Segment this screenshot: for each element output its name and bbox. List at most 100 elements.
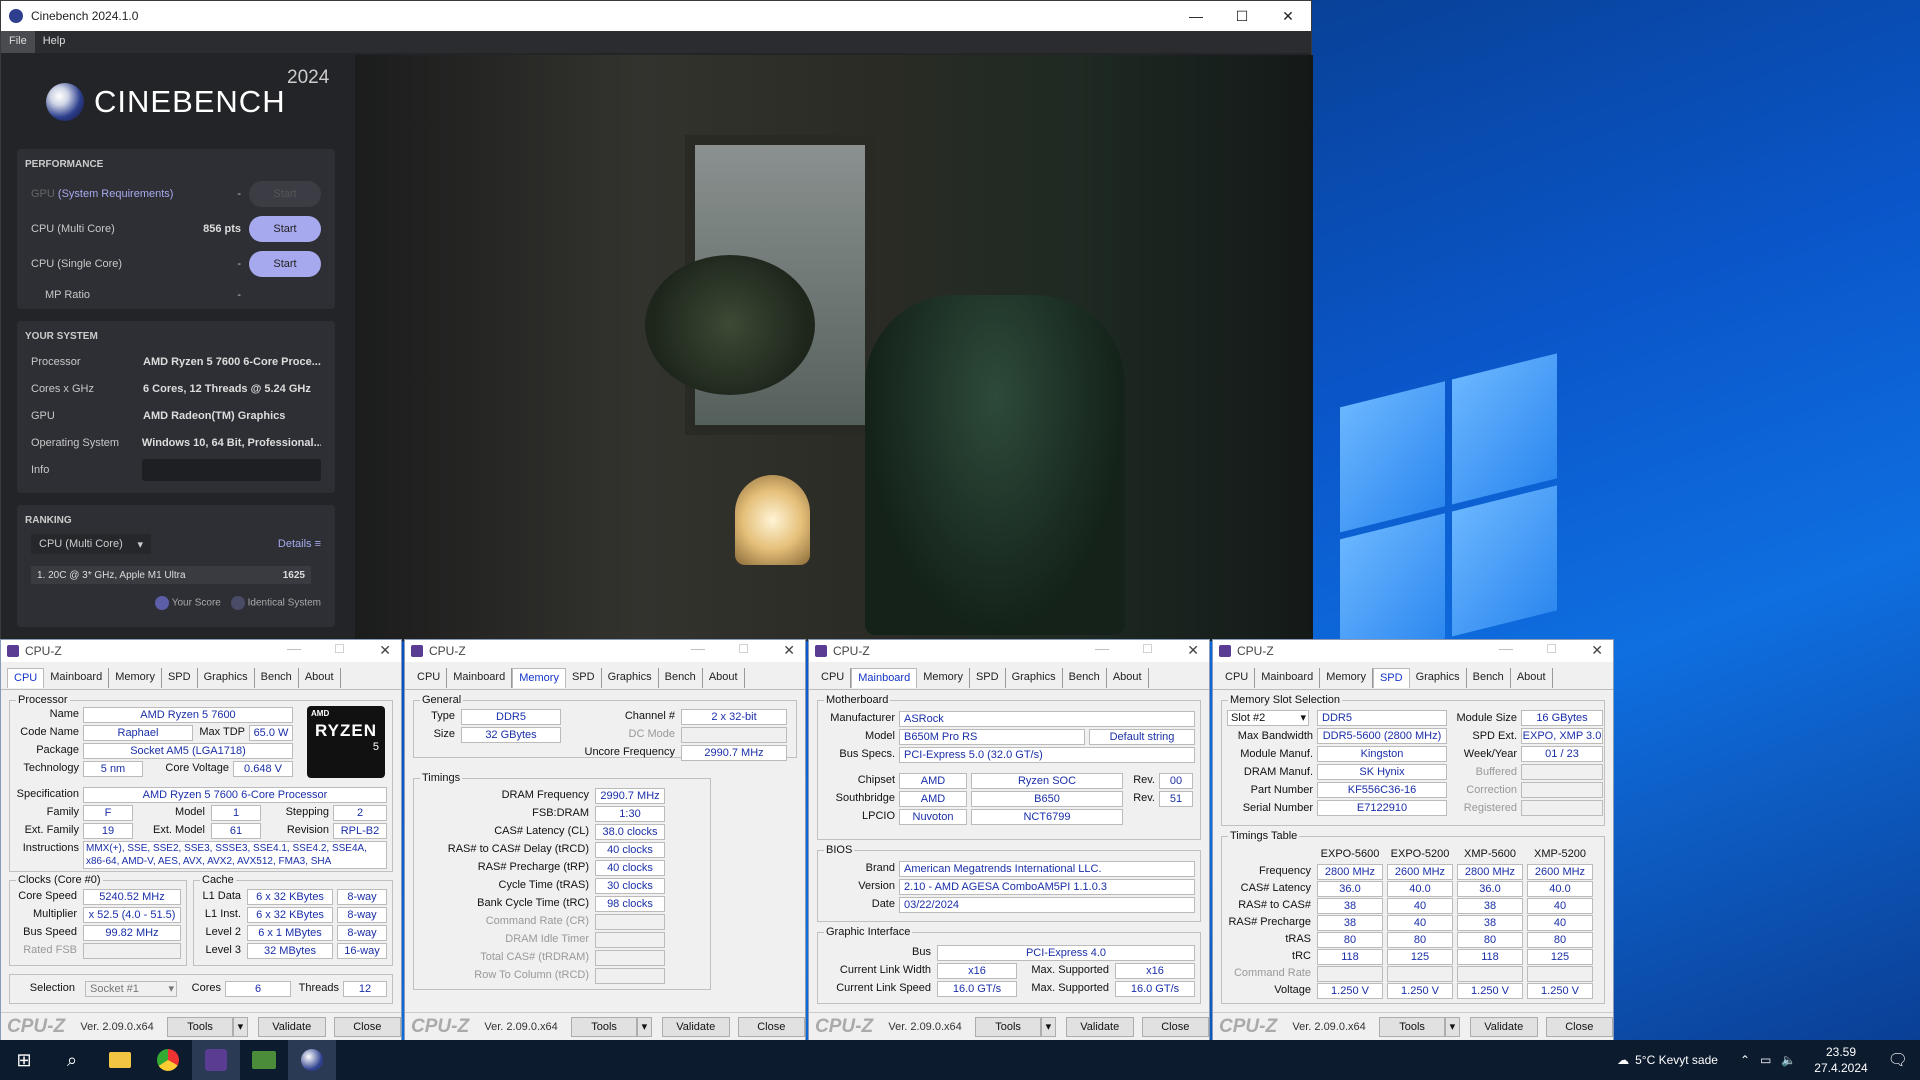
close-button[interactable]: Close [1545, 1016, 1614, 1037]
details-button[interactable]: Details ≡ [278, 538, 321, 550]
file-explorer-icon[interactable] [96, 1040, 144, 1080]
system-requirements-link[interactable]: (System Requirements) [58, 188, 174, 200]
tab-graphics[interactable]: Graphics [602, 668, 659, 688]
tab-cpu[interactable]: CPU [815, 668, 852, 688]
validate-button[interactable]: Validate [1065, 1016, 1134, 1037]
search-icon[interactable]: ⌕ [48, 1040, 96, 1080]
tab-cpu[interactable]: CPU [7, 668, 45, 688]
gpu-start-button[interactable]: Start [249, 180, 321, 207]
l2-field: 6 x 1 MBytes [247, 925, 333, 941]
tools-button[interactable]: Tools [571, 1016, 637, 1037]
volume-icon[interactable]: 🔈 [1781, 1053, 1796, 1067]
validate-button[interactable]: Validate [661, 1016, 730, 1037]
gpu-tool-icon[interactable] [240, 1040, 288, 1080]
close-icon[interactable]: ✕ [1187, 642, 1199, 659]
cpuz-title-bar[interactable]: CPU-Z — ☐ ✕ [405, 640, 805, 662]
chrome-icon[interactable] [144, 1040, 192, 1080]
minimize-icon[interactable]: — [1173, 1, 1219, 31]
tab-cpu[interactable]: CPU [1219, 668, 1256, 688]
notification-icon[interactable]: 🗨 [1888, 1050, 1908, 1070]
cpuz-taskbar-icon[interactable] [192, 1040, 240, 1080]
tab-spd[interactable]: SPD [162, 668, 198, 688]
tab-about[interactable]: About [703, 668, 745, 688]
weather-text[interactable]: 5°C Kevyt sade [1635, 1053, 1718, 1067]
chevron-down-icon[interactable]: ▾ [1444, 1016, 1460, 1037]
maximize-icon[interactable]: ☐ [1142, 642, 1153, 656]
minimize-icon[interactable]: — [691, 640, 705, 656]
tab-bench[interactable]: Bench [255, 668, 299, 688]
minimize-icon[interactable]: — [1095, 640, 1109, 656]
close-icon[interactable]: ✕ [379, 642, 391, 659]
field-label: Name [49, 708, 79, 720]
close-button[interactable]: Close [333, 1016, 402, 1037]
tab-bench[interactable]: Bench [1467, 668, 1511, 688]
tab-memory[interactable]: Memory [917, 668, 970, 688]
minimize-icon[interactable]: — [1499, 640, 1513, 656]
validate-button[interactable]: Validate [1469, 1016, 1538, 1037]
chevron-down-icon[interactable]: ▾ [1040, 1016, 1056, 1037]
revision-field: RPL-B2 [333, 823, 387, 839]
tab-graphics[interactable]: Graphics [1410, 668, 1467, 688]
validate-button[interactable]: Validate [257, 1016, 326, 1037]
logo-text: CINEBENCH [94, 84, 286, 119]
tools-button[interactable]: Tools [1379, 1016, 1445, 1037]
tab-spd[interactable]: SPD [566, 668, 602, 688]
tab-cpu[interactable]: CPU [411, 668, 448, 688]
socket-select[interactable]: Socket #1 ▾ [85, 981, 177, 997]
maximize-icon[interactable]: ☐ [1546, 642, 1557, 656]
maximize-icon[interactable]: ☐ [1219, 1, 1265, 31]
cpu-multi-start-button[interactable]: Start [249, 215, 321, 242]
cpuz-title-bar[interactable]: CPU-Z — ☐ ✕ [1213, 640, 1613, 662]
tab-mainboard[interactable]: Mainboard [447, 668, 513, 688]
weather-icon[interactable]: ☁ [1617, 1053, 1629, 1067]
close-icon[interactable]: ✕ [1591, 642, 1603, 659]
tab-graphics[interactable]: Graphics [1006, 668, 1063, 688]
tools-button[interactable]: Tools [975, 1016, 1041, 1037]
cpu-single-start-button[interactable]: Start [249, 250, 321, 277]
windows-start-icon[interactable]: ⊞ [0, 1040, 48, 1080]
maximize-icon[interactable]: ☐ [738, 642, 749, 656]
close-button[interactable]: Close [1141, 1016, 1210, 1037]
chevron-up-icon[interactable]: ⌃ [1740, 1053, 1750, 1067]
tools-button[interactable]: Tools [167, 1016, 233, 1037]
menu-help[interactable]: Help [35, 31, 74, 53]
menu-file[interactable]: File [1, 31, 35, 53]
tab-spd[interactable]: SPD [1372, 668, 1410, 688]
tab-mainboard[interactable]: Mainboard [44, 668, 110, 688]
chevron-down-icon[interactable]: ▾ [232, 1016, 248, 1037]
tab-mainboard[interactable]: Mainboard [851, 668, 918, 688]
network-icon[interactable]: ▭ [1760, 1053, 1771, 1067]
field-label: Revision [286, 824, 329, 836]
bios-brand-field: American Megatrends International LLC. [899, 861, 1195, 877]
close-icon[interactable]: ✕ [1265, 1, 1311, 31]
info-input[interactable] [142, 458, 321, 481]
ranking-dropdown[interactable]: CPU (Multi Core) ▾ [31, 534, 151, 554]
field-label: LPCIO [861, 810, 895, 822]
close-button[interactable]: Close [737, 1016, 806, 1037]
minimize-icon[interactable]: — [287, 640, 301, 656]
tab-about[interactable]: About [1107, 668, 1149, 688]
group-title: General [420, 694, 464, 706]
timing-label: Cycle Time (tRAS) [498, 879, 589, 891]
tab-about[interactable]: About [1511, 668, 1553, 688]
tab-bench[interactable]: Bench [659, 668, 703, 688]
title-bar[interactable]: Cinebench 2024.1.0 [1, 1, 1311, 31]
timing-cell: 80 [1317, 932, 1383, 948]
slot-select[interactable]: Slot #2 ▾ [1227, 710, 1309, 726]
tab-bench[interactable]: Bench [1063, 668, 1107, 688]
tab-memory[interactable]: Memory [109, 668, 162, 688]
tab-memory[interactable]: Memory [512, 668, 566, 688]
maximize-icon[interactable]: ☐ [334, 642, 345, 656]
cpuz-title-bar[interactable]: CPU-Z — ☐ ✕ [809, 640, 1209, 662]
close-icon[interactable]: ✕ [783, 642, 795, 659]
clock[interactable]: 23.59 27.4.2024 [1814, 1044, 1867, 1076]
cpuz-title-bar[interactable]: CPU-Z — ☐ ✕ [1, 640, 401, 662]
tab-graphics[interactable]: Graphics [198, 668, 255, 688]
ranking-entry[interactable]: 1. 20C @ 3* GHz, Apple M1 Ultra 1625 [31, 566, 311, 584]
tab-memory[interactable]: Memory [1320, 668, 1373, 688]
tab-about[interactable]: About [299, 668, 341, 688]
cinebench-taskbar-icon[interactable] [288, 1040, 336, 1080]
tab-spd[interactable]: SPD [970, 668, 1006, 688]
tab-mainboard[interactable]: Mainboard [1255, 668, 1321, 688]
chevron-down-icon[interactable]: ▾ [636, 1016, 652, 1037]
